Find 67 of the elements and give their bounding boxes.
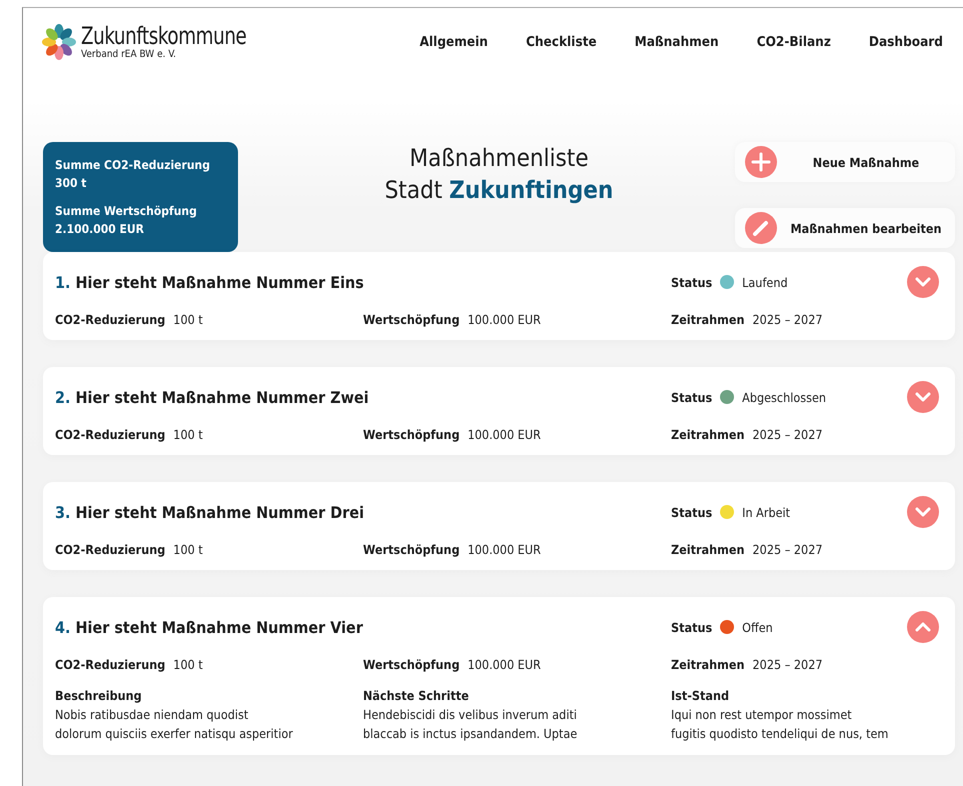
status-label: Status [671, 390, 712, 404]
toggle-button[interactable] [907, 496, 939, 528]
metric-value: 100.000 EUR [468, 542, 541, 557]
chevron-down-icon [915, 392, 931, 402]
toggle-button[interactable] [907, 266, 939, 298]
detail-text: Hendebiscidi dis velibus inverum aditi blaccab is inctus ipsandandem. Uptae [363, 706, 578, 743]
nav-link[interactable]: Checkliste [526, 34, 597, 50]
metric-value: 100.000 EUR [468, 657, 541, 672]
nav-link[interactable]: CO2-Bilanz [756, 34, 831, 50]
metric-label: Zeitrahmen [671, 542, 745, 557]
detail-heading: Ist-Stand [671, 687, 730, 705]
metric-value: 100 t [173, 427, 203, 442]
logo-name: Zukunftskommune [81, 23, 246, 49]
summary-label: Summe CO2-Reduzierung [55, 157, 211, 174]
measure-title: 1. Hier steht Maßnahme Nummer Eins [55, 272, 365, 292]
status-label: Status [671, 274, 712, 290]
detail-heading: Beschreibung [55, 687, 143, 705]
metric-label: Wertschöpfung [363, 427, 460, 442]
status-text: In Arbeit [742, 504, 790, 520]
metric-label: Wertschöpfung [363, 542, 460, 557]
toggle-button[interactable] [907, 381, 939, 413]
page-subtitle: Stadt Zukunftingen [384, 175, 614, 206]
action-button[interactable]: Maßnahmen bearbeiten [735, 208, 955, 248]
status-label: Status [671, 620, 712, 634]
metric-label: CO2-Reduzierung [55, 657, 166, 672]
status-text: Laufend [742, 274, 788, 290]
metric-value: 100 t [173, 312, 203, 327]
metric-value: 2025 – 2027 [752, 657, 823, 672]
logo-subtitle: Verband rEA BW e. V. [81, 49, 178, 61]
chevron-down-icon [915, 277, 931, 287]
metric-label: Zeitrahmen [671, 312, 745, 327]
metric-value: 100 t [173, 542, 203, 557]
summary-value: 300 t [55, 175, 88, 192]
measure-title: 2. Hier steht Maßnahme Nummer Zwei [55, 388, 370, 406]
metric-label: Zeitrahmen [671, 657, 745, 672]
pencil-icon [745, 212, 777, 244]
metric-value: 2025 – 2027 [752, 542, 823, 557]
metric-label: CO2-Reduzierung [55, 542, 166, 557]
status-text: Abgeschlossen [742, 390, 826, 404]
chevron-down-icon [915, 507, 931, 517]
metric-value: 100.000 EUR [468, 427, 541, 442]
metric-label: Wertschöpfung [363, 657, 460, 672]
metric-value: 100 t [173, 657, 203, 672]
measure-title: 4. Hier steht Maßnahme Nummer Vier [55, 618, 364, 636]
plus-icon [745, 146, 777, 178]
metric-label: Zeitrahmen [671, 427, 745, 442]
nav-link[interactable]: Allgemein [420, 34, 488, 50]
metric-label: CO2-Reduzierung [55, 427, 166, 442]
metric-value: 100.000 EUR [468, 312, 541, 327]
summary-label: Summe Wertschöpfung [55, 203, 198, 220]
chevron-up-icon [915, 622, 931, 632]
metric-value: 2025 – 2027 [752, 427, 823, 442]
flower-logo-icon [41, 22, 77, 62]
status-label: Status [671, 504, 712, 520]
status-text: Offen [742, 620, 773, 634]
metric-label: Wertschöpfung [363, 312, 460, 327]
metric-label: CO2-Reduzierung [55, 312, 166, 327]
measure-title: 3. Hier steht Maßnahme Nummer Drei [55, 502, 366, 522]
metric-value: 2025 – 2027 [752, 312, 823, 327]
detail-text: Nobis ratibusdae niendam quodist dolorum quisciis exerfer natisqu asperitior [55, 706, 294, 743]
detail-text: Iqui non rest utempor mossimet fugitis quodisto tendeliqui de nus, tem [671, 706, 890, 743]
nav-link[interactable]: Maßnahmen [634, 34, 719, 50]
page-title: Maßnahmenliste [409, 143, 589, 174]
detail-heading: Nächste Schritte [363, 687, 470, 705]
nav-link[interactable]: Dashboard [868, 34, 943, 50]
summary-value: 2.100.000 EUR [55, 221, 145, 238]
toggle-button[interactable] [907, 611, 939, 643]
